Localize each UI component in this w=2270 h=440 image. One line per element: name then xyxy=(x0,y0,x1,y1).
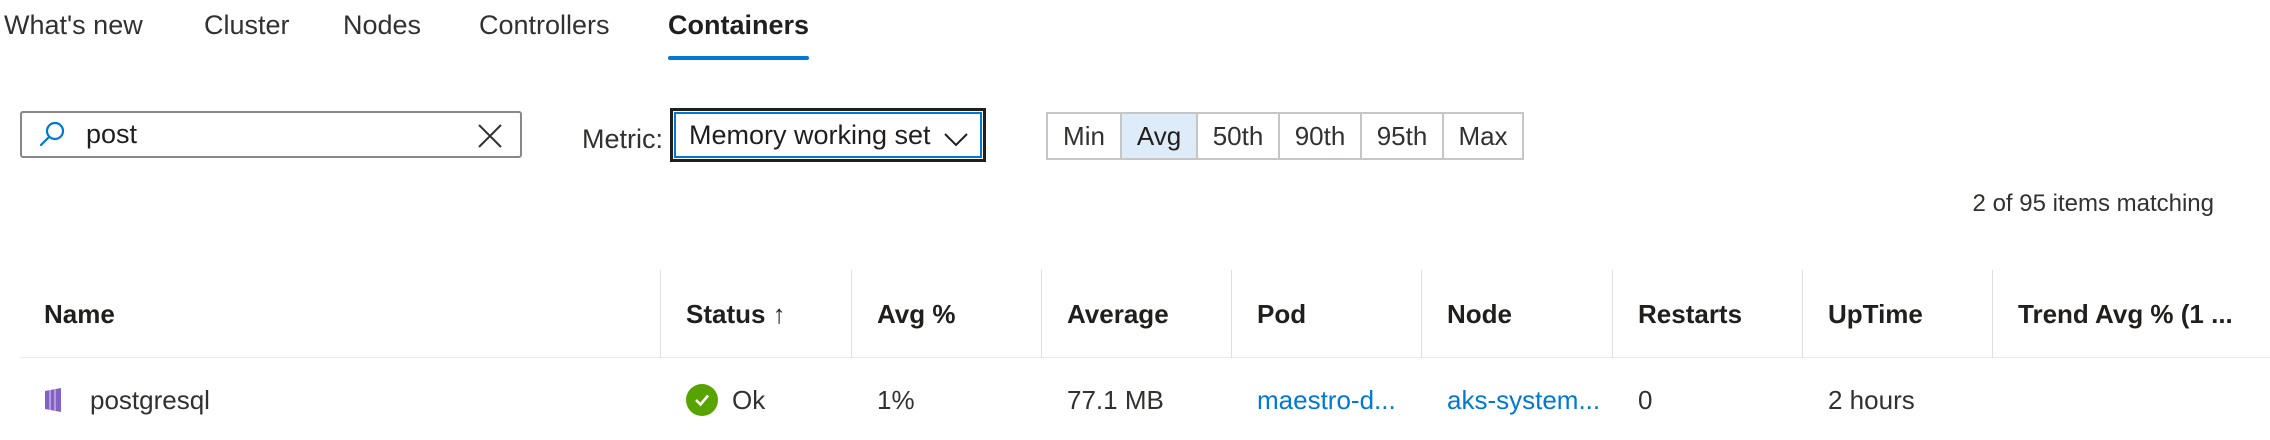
aggregation-toggle-group: Min Avg 50th 90th 95th Max xyxy=(1046,112,1524,160)
search-input[interactable] xyxy=(86,119,446,150)
container-icon xyxy=(44,360,62,440)
agg-avg-button[interactable]: Avg xyxy=(1122,114,1198,158)
metric-dropdown[interactable]: Memory working set xyxy=(670,108,986,162)
cell-pod-link[interactable]: maestro-d... xyxy=(1257,360,1396,440)
agg-50th-button[interactable]: 50th xyxy=(1198,114,1280,158)
cell-avg-pct: 1% xyxy=(877,384,915,415)
cell-restarts: 0 xyxy=(1638,384,1653,415)
match-count: 2 of 95 items matching xyxy=(1972,190,2214,217)
column-header-uptime[interactable]: UpTime xyxy=(1828,270,1923,358)
cell-status: Ok xyxy=(686,360,765,440)
column-header-restarts[interactable]: Restarts xyxy=(1638,270,1742,358)
cell-node-link[interactable]: aks-system... xyxy=(1447,360,1600,440)
column-resize-handle[interactable] xyxy=(1612,270,1613,358)
metric-selected-value: Memory working set xyxy=(689,119,931,150)
column-header-average[interactable]: Average xyxy=(1067,270,1169,358)
close-icon[interactable] xyxy=(472,118,508,154)
agg-90th-button[interactable]: 90th xyxy=(1280,114,1362,158)
column-resize-handle[interactable] xyxy=(1421,270,1422,358)
tab-containers[interactable]: Containers xyxy=(668,0,810,60)
column-resize-handle[interactable] xyxy=(851,270,852,358)
column-header-status[interactable]: Status ↑ xyxy=(686,270,786,358)
table-row[interactable]: postgresql Ok 1% 77.1 MB maestro-d... ak… xyxy=(20,360,2270,440)
tab-controllers[interactable]: Controllers xyxy=(479,0,610,60)
search-icon xyxy=(32,115,72,155)
column-resize-handle[interactable] xyxy=(1041,270,1042,358)
column-header-node[interactable]: Node xyxy=(1447,270,1512,358)
tab-nodes[interactable]: Nodes xyxy=(343,0,421,60)
check-circle-icon xyxy=(686,384,718,416)
column-header-pod[interactable]: Pod xyxy=(1257,270,1306,358)
status-text: Ok xyxy=(732,384,766,415)
search-box[interactable] xyxy=(20,111,522,158)
agg-95th-button[interactable]: 95th xyxy=(1362,114,1444,158)
agg-min-button[interactable]: Min xyxy=(1048,114,1122,158)
column-header-name[interactable]: Name xyxy=(44,270,115,358)
tab-cluster[interactable]: Cluster xyxy=(204,0,290,60)
column-resize-handle[interactable] xyxy=(1802,270,1803,358)
tab-whats-new[interactable]: What's new xyxy=(4,0,143,60)
column-header-avg-pct[interactable]: Avg % xyxy=(877,270,956,358)
cell-average: 77.1 MB xyxy=(1067,384,1164,415)
column-header-trend[interactable]: Trend Avg % (1 ... xyxy=(2018,270,2233,358)
agg-max-button[interactable]: Max xyxy=(1444,114,1522,158)
table-header: Name Status ↑ Avg % Average Pod Node Res… xyxy=(20,270,2270,358)
column-resize-handle[interactable] xyxy=(1231,270,1232,358)
cell-name: postgresql xyxy=(90,384,210,415)
column-resize-handle[interactable] xyxy=(1992,270,1993,358)
metric-label: Metric: xyxy=(582,124,663,154)
cell-uptime: 2 hours xyxy=(1828,384,1915,415)
column-resize-handle[interactable] xyxy=(660,270,661,358)
chevron-down-icon xyxy=(943,125,969,147)
